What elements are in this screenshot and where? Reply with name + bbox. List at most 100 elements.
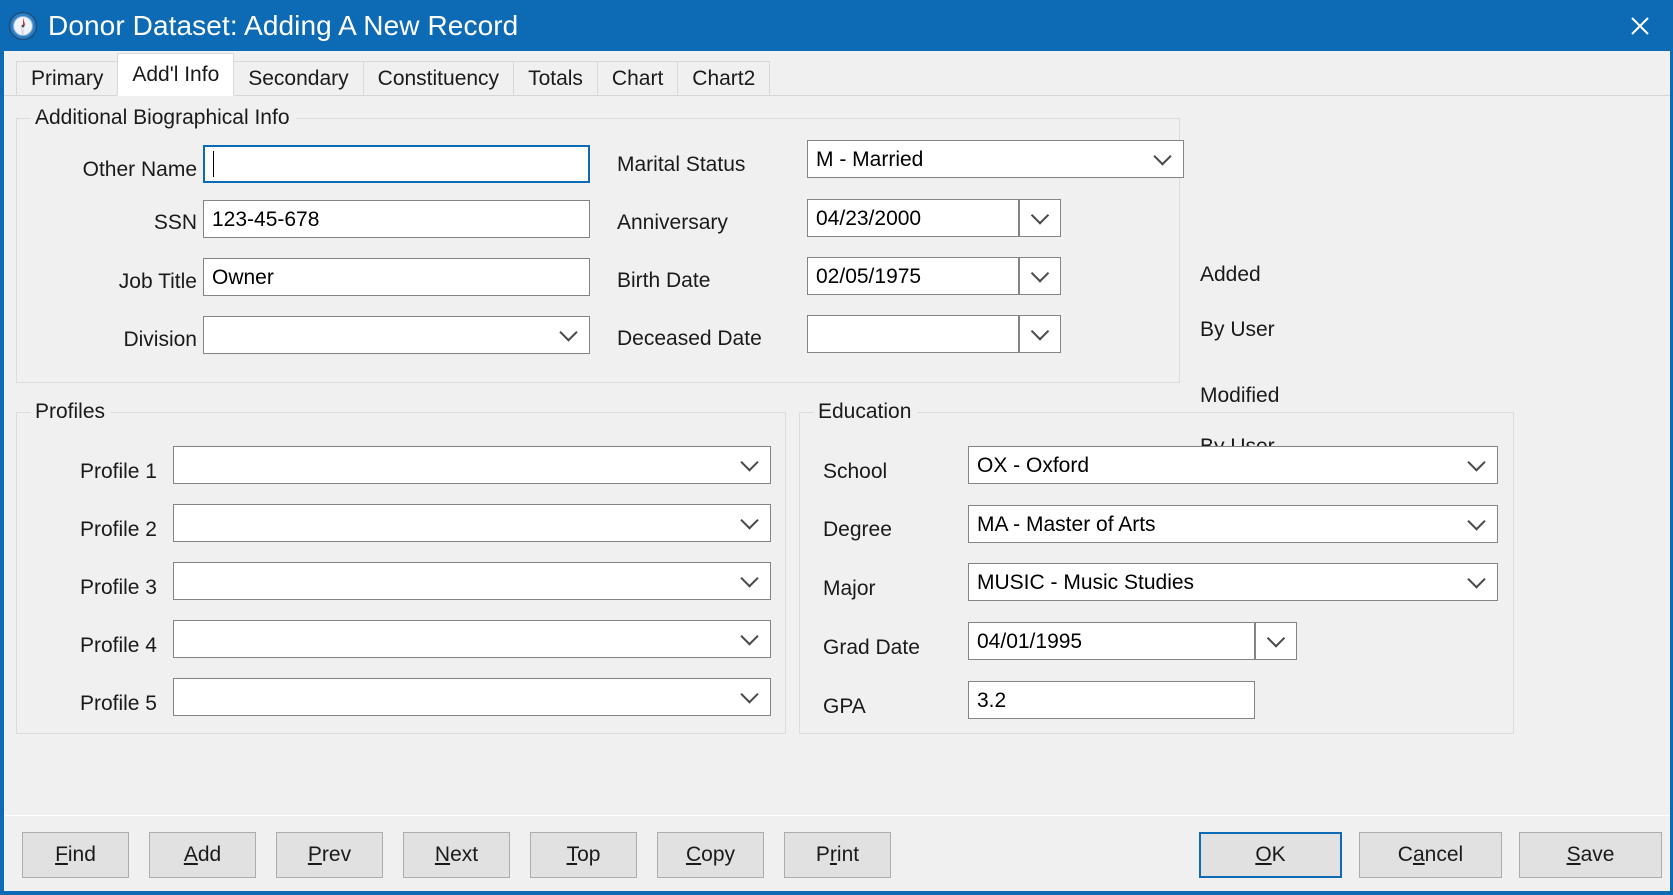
anniversary-date-input[interactable]: 04/23/2000 <box>807 199 1019 237</box>
cancel-button[interactable]: Cancel <box>1359 832 1502 878</box>
button-label: OK <box>1255 843 1286 866</box>
ssn-input[interactable]: 123-45-678 <box>203 200 590 238</box>
other-name-input[interactable] <box>203 145 590 183</box>
birth-date-value: 02/05/1975 <box>816 264 922 288</box>
major-value: MUSIC - Music Studies <box>977 570 1195 594</box>
profile-3-combo[interactable] <box>173 562 771 600</box>
tab-label: Chart2 <box>692 66 756 90</box>
label-school: School <box>823 460 888 483</box>
tab-label: Totals <box>528 66 583 90</box>
job-title-value: Owner <box>212 265 274 289</box>
tab-chart2[interactable]: Chart2 <box>677 61 771 96</box>
button-label: Save <box>1566 843 1615 866</box>
tab-primary[interactable]: Primary <box>16 61 119 96</box>
tab-add-l-info[interactable]: Add'l Info <box>117 53 235 96</box>
button-label: Add <box>183 843 222 866</box>
label-profile-4: Profile 4 <box>79 634 157 657</box>
group-education: Education School OX - Oxford Degree MA -… <box>799 400 1514 734</box>
profile-4-combo[interactable] <box>173 620 771 658</box>
button-label: Cancel <box>1397 843 1464 866</box>
find-button[interactable]: Find <box>22 832 129 878</box>
tab-label: Chart <box>611 66 664 90</box>
grad-date-calendar-dropdown[interactable] <box>1255 622 1297 660</box>
application-window: Donor Dataset: Adding A New Record Prima… <box>0 0 1673 895</box>
tab-strip: Primary Add'l Info Secondary Constituency To… <box>4 51 1670 96</box>
major-combo[interactable]: MUSIC - Music Studies <box>968 563 1498 601</box>
label-modified: Modified <box>1200 384 1280 407</box>
label-added-by-user: By User <box>1200 318 1275 341</box>
tab-page-additional-info: Additional Biographical Info Other Name … <box>4 96 1670 815</box>
label-profile-5: Profile 5 <box>79 692 157 715</box>
tab-constituency[interactable]: Constituency <box>362 61 515 96</box>
copy-button[interactable]: Copy <box>657 832 764 878</box>
deceased-date-calendar-dropdown[interactable] <box>1019 315 1061 353</box>
profile-1-combo[interactable] <box>173 446 771 484</box>
degree-value: MA - Master of Arts <box>977 512 1156 536</box>
school-combo[interactable]: OX - Oxford <box>968 446 1498 484</box>
label-anniversary: Anniversary <box>617 211 728 234</box>
label-grad-date: Grad Date <box>823 636 920 659</box>
label-added: Added <box>1200 263 1261 286</box>
tab-secondary[interactable]: Secondary <box>233 61 364 96</box>
button-label: Copy <box>685 843 736 866</box>
grad-date-input[interactable]: 04/01/1995 <box>968 622 1255 660</box>
group-profiles: Profiles Profile 1 Profile 2 Profile 3 Prof… <box>16 400 786 734</box>
add-button[interactable]: Add <box>149 832 256 878</box>
anniversary-value: 04/23/2000 <box>816 206 922 230</box>
birth-date-calendar-dropdown[interactable] <box>1019 257 1061 295</box>
tab-label: Primary <box>31 66 104 90</box>
tab-chart[interactable]: Chart <box>596 61 679 96</box>
tab-label: Constituency <box>377 66 500 90</box>
prev-button[interactable]: Prev <box>276 832 383 878</box>
tab-totals[interactable]: Totals <box>513 61 598 96</box>
marital-status-combo[interactable]: M - Married <box>807 140 1184 178</box>
grad-date-value: 04/01/1995 <box>977 629 1083 653</box>
group-legend-profiles: Profiles <box>31 400 112 424</box>
label-major: Major <box>823 577 876 600</box>
profile-2-combo[interactable] <box>173 504 771 542</box>
gpa-input[interactable]: 3.2 <box>968 681 1255 719</box>
gpa-value: 3.2 <box>977 688 1007 712</box>
window-title: Donor Dataset: Adding A New Record <box>48 9 519 41</box>
label-ssn: SSN <box>153 211 197 234</box>
button-label: Top <box>566 843 601 866</box>
job-title-input[interactable]: Owner <box>203 258 590 296</box>
close-button[interactable] <box>1607 0 1673 51</box>
group-legend-bio: Additional Biographical Info <box>31 106 296 130</box>
button-label: Next <box>434 843 479 866</box>
label-gpa: GPA <box>823 695 866 718</box>
marital-status-value: M - Married <box>816 147 924 171</box>
save-button[interactable]: Save <box>1519 832 1662 878</box>
label-profile-1: Profile 1 <box>79 460 157 483</box>
ok-button[interactable]: OK <box>1199 832 1342 878</box>
button-label: Find <box>55 843 96 866</box>
anniversary-calendar-dropdown[interactable] <box>1019 199 1061 237</box>
top-button[interactable]: Top <box>530 832 637 878</box>
ssn-value: 123-45-678 <box>212 207 320 231</box>
label-profile-3: Profile 3 <box>79 576 157 599</box>
button-label: Print <box>815 843 860 866</box>
label-profile-2: Profile 2 <box>79 518 157 541</box>
school-value: OX - Oxford <box>977 453 1090 477</box>
title-bar: Donor Dataset: Adding A New Record <box>0 0 1673 51</box>
compass-icon <box>8 11 38 41</box>
print-button[interactable]: Print <box>784 832 891 878</box>
deceased-date-input[interactable] <box>807 315 1019 353</box>
tab-label: Secondary <box>248 66 349 90</box>
label-birth-date: Birth Date <box>617 269 711 292</box>
label-job-title: Job Title <box>118 270 197 293</box>
button-bar: Find Add Prev Next Top Copy Print OK Cancel Save <box>4 815 1670 891</box>
next-button[interactable]: Next <box>403 832 510 878</box>
label-other-name: Other Name <box>82 158 197 181</box>
text-caret <box>213 151 214 177</box>
tab-label: Add'l Info <box>132 62 220 86</box>
group-legend-education: Education <box>814 400 918 424</box>
degree-combo[interactable]: MA - Master of Arts <box>968 505 1498 543</box>
button-label: Prev <box>307 843 352 866</box>
label-marital-status: Marital Status <box>617 153 746 176</box>
birth-date-input[interactable]: 02/05/1975 <box>807 257 1019 295</box>
group-additional-biographical-info: Additional Biographical Info Other Name … <box>16 106 1184 383</box>
label-deceased-date: Deceased Date <box>617 327 762 350</box>
profile-5-combo[interactable] <box>173 678 771 716</box>
division-combo[interactable] <box>203 316 590 354</box>
